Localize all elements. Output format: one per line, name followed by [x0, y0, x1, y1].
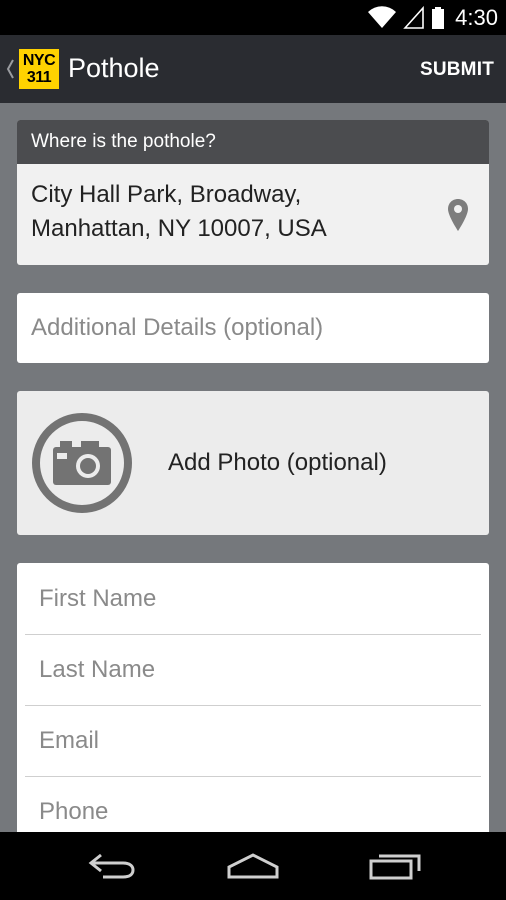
recent-apps-button[interactable] [355, 844, 435, 888]
location-card[interactable]: Where is the pothole? City Hall Park, Br… [17, 120, 489, 265]
status-icons: 4:30 [367, 0, 498, 35]
location-address[interactable]: City Hall Park, Broadway, Manhattan, NY … [31, 178, 431, 246]
contact-card [17, 563, 489, 847]
logo-line-2: 311 [26, 69, 52, 86]
home-button[interactable] [213, 844, 293, 888]
email-row [25, 705, 481, 777]
map-pin-icon[interactable] [447, 198, 469, 232]
chevron-left-icon[interactable] [5, 56, 15, 82]
first-name-input[interactable] [25, 563, 481, 634]
page-title: Pothole [68, 53, 160, 83]
additional-details-input[interactable] [17, 293, 489, 363]
email-input[interactable] [25, 705, 481, 776]
add-photo-label: Add Photo (optional) [168, 449, 387, 476]
details-card [17, 293, 489, 363]
home-icon [227, 853, 279, 879]
cell-signal-icon [403, 5, 424, 29]
navigation-bar [0, 832, 506, 900]
action-bar: NYC 311 Pothole SUBMIT [0, 35, 506, 103]
last-name-row [25, 634, 481, 706]
status-time: 4:30 [455, 4, 498, 30]
logo-line-1: NYC [22, 52, 56, 69]
submit-button[interactable]: SUBMIT [420, 59, 494, 81]
add-photo-button[interactable]: Add Photo (optional) [17, 391, 489, 535]
address-line-1: City Hall Park, Broadway, [31, 181, 302, 208]
nyc311-logo[interactable]: NYC 311 [19, 49, 59, 89]
back-button[interactable] [72, 844, 152, 888]
battery-icon [432, 6, 445, 29]
wifi-icon [368, 5, 397, 28]
status-bar: 4:30 [0, 0, 506, 35]
first-name-row [25, 563, 481, 635]
last-name-input[interactable] [25, 634, 481, 705]
location-header: Where is the pothole? [17, 120, 489, 164]
back-icon [88, 853, 135, 879]
address-line-2: Manhattan, NY 10007, USA [31, 215, 327, 242]
camera-icon [32, 413, 132, 513]
recent-apps-icon [369, 854, 421, 880]
